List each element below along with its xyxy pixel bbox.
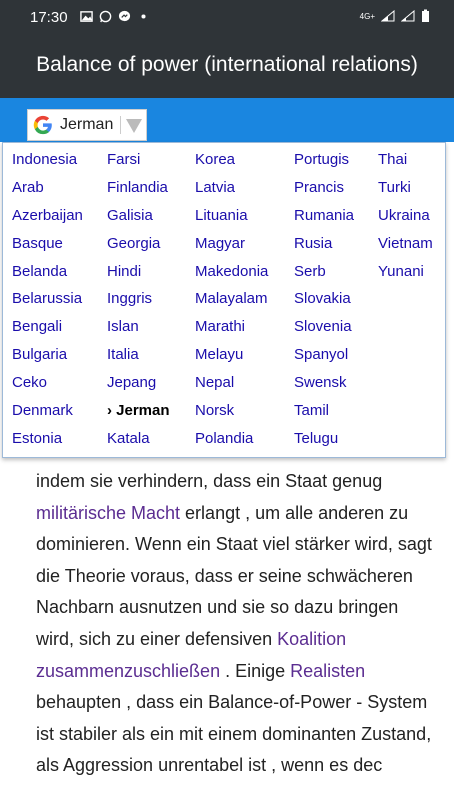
language-option[interactable]: Ukraina [378, 205, 433, 233]
language-option[interactable]: Farsi [107, 149, 170, 177]
dropdown-arrow-icon[interactable] [126, 119, 142, 133]
article-text-segment: . Einige [220, 660, 291, 681]
language-option[interactable]: Finlandia [107, 177, 170, 205]
language-option[interactable]: Yunani [378, 261, 433, 289]
dot-icon [141, 14, 146, 19]
messenger-icon [118, 10, 131, 22]
language-option[interactable]: Melayu [195, 344, 268, 372]
language-option[interactable]: Ceko [12, 372, 83, 400]
language-option[interactable]: Latvia [195, 177, 268, 205]
language-option[interactable]: Arab [12, 177, 83, 205]
language-option[interactable]: Makedonia [195, 261, 268, 289]
language-option[interactable]: Katala [107, 428, 170, 456]
language-column-4: Portugis Prancis Rumania Rusia Serb Slovakia S… [294, 149, 354, 456]
language-option[interactable]: Thai [378, 149, 433, 177]
signal-icon [381, 10, 395, 22]
select-divider [120, 116, 121, 134]
language-option[interactable]: Slovakia [294, 288, 354, 316]
language-option[interactable]: Georgia [107, 233, 170, 261]
language-option[interactable]: Magyar [195, 233, 268, 261]
language-option[interactable]: Inggris [107, 288, 170, 316]
language-option[interactable]: Rumania [294, 205, 354, 233]
language-option[interactable]: Estonia [12, 428, 83, 456]
system-icons: 4G+ [360, 9, 430, 23]
battery-icon [422, 9, 429, 22]
language-option[interactable]: Belanda [12, 261, 83, 289]
whatsapp-icon [99, 10, 112, 23]
language-option[interactable]: Turki [378, 177, 433, 205]
image-icon [80, 11, 93, 22]
language-select[interactable]: Jerman [27, 109, 147, 141]
language-option[interactable]: Basque [12, 233, 83, 261]
language-option[interactable]: Azerbaijan [12, 205, 83, 233]
network-type: 4G+ [359, 11, 375, 21]
language-menu: Indonesia Arab Azerbaijan Basque Belanda Bela… [2, 142, 446, 458]
language-option[interactable]: Jepang [107, 372, 170, 400]
language-option[interactable]: Italia [107, 344, 170, 372]
language-option[interactable]: Prancis [294, 177, 354, 205]
language-option[interactable]: Tamil [294, 400, 354, 428]
language-option[interactable]: Denmark [12, 400, 83, 428]
language-option[interactable]: Norsk [195, 400, 268, 428]
article-text: indem sie verhindern, dass ein Staat gen… [36, 466, 436, 782]
language-option[interactable]: Lituania [195, 205, 268, 233]
language-option[interactable]: Malayalam [195, 288, 268, 316]
language-column-1: Indonesia Arab Azerbaijan Basque Belanda Bela… [12, 149, 83, 456]
language-option[interactable]: › Jerman [107, 400, 170, 428]
language-option[interactable]: Bengali [12, 316, 83, 344]
language-option[interactable]: Marathi [195, 316, 268, 344]
signal-icon-2 [401, 10, 415, 22]
language-option[interactable]: Telugu [294, 428, 354, 456]
language-option[interactable]: Swensk [294, 372, 354, 400]
article-link[interactable]: Realisten [290, 661, 365, 681]
language-option[interactable]: Serb [294, 261, 354, 289]
status-bar: 17:30 4G+ [0, 0, 454, 34]
page-title: Balance of power (international relation… [36, 53, 418, 76]
language-option[interactable]: Hindi [107, 261, 170, 289]
language-option[interactable]: Korea [195, 149, 268, 177]
language-option[interactable]: Belarussia [12, 288, 83, 316]
selected-language: Jerman [60, 116, 114, 133]
article-text-segment: erlangt , um alle anderen zu dominieren.… [36, 502, 432, 649]
language-option[interactable]: Islan [107, 316, 170, 344]
language-column-5: Thai Turki Ukraina Vietnam Yunani [378, 149, 433, 288]
article-text-segment: behaupten , dass ein Balance-of-Power - … [36, 692, 432, 776]
article-text-segment: indem sie verhindern, dass ein Staat gen… [36, 471, 383, 491]
app-bar: Balance of power (international relation… [0, 34, 454, 98]
language-option[interactable]: Spanyol [294, 344, 354, 372]
language-option[interactable]: Slovenia [294, 316, 354, 344]
language-option[interactable]: Bulgaria [12, 344, 83, 372]
language-option[interactable]: Indonesia [12, 149, 83, 177]
language-option[interactable]: Galisia [107, 205, 170, 233]
language-option[interactable]: Rusia [294, 233, 354, 261]
language-option[interactable]: Polandia [195, 428, 268, 456]
status-time: 17:30 [30, 9, 68, 26]
language-column-3: Korea Latvia Lituania Magyar Makedonia Malaya… [195, 149, 268, 456]
language-option[interactable]: Vietnam [378, 233, 433, 261]
language-option[interactable]: Portugis [294, 149, 354, 177]
language-column-2: Farsi Finlandia Galisia Georgia Hindi Inggris… [107, 149, 170, 456]
language-option[interactable]: Nepal [195, 372, 268, 400]
notification-icons [80, 10, 150, 23]
google-icon [33, 115, 52, 135]
article-link[interactable]: militärische Macht [36, 503, 180, 523]
